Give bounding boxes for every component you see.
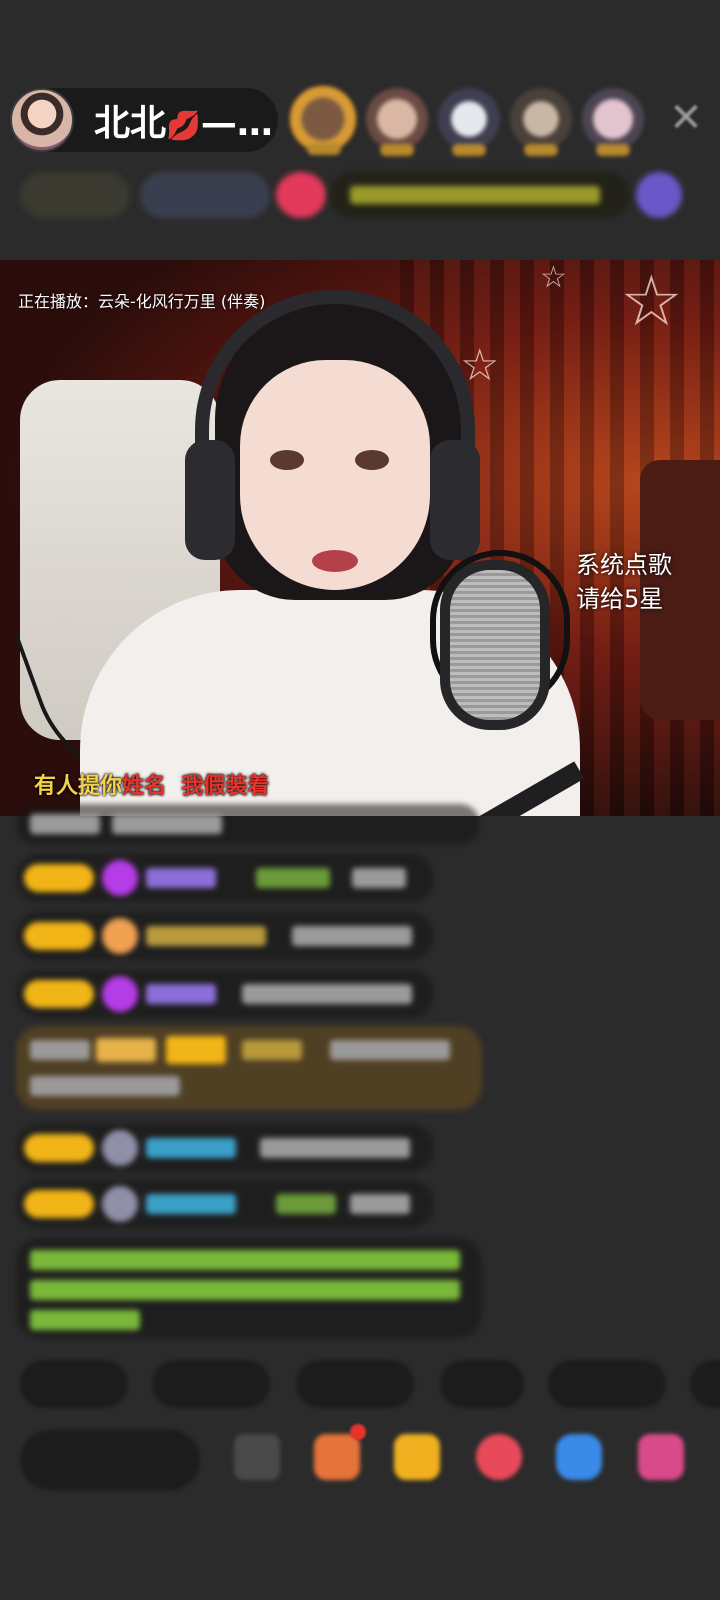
viewer-avatar[interactable]	[290, 86, 356, 155]
host-name-suffix: —…	[200, 103, 273, 144]
system-song-overlay: 系统点歌 请给5星	[576, 548, 716, 616]
quick-reply-chip[interactable]	[440, 1360, 524, 1408]
notice-text	[30, 1250, 460, 1270]
chat-username	[146, 868, 216, 888]
lyric-part: 我假装着	[181, 774, 270, 799]
chat-message	[16, 970, 434, 1018]
level-badge	[24, 1134, 94, 1162]
quick-reply-chip[interactable]	[296, 1360, 414, 1408]
chat-username	[146, 926, 266, 946]
fan-badge-icon	[102, 1186, 138, 1222]
notice-text	[30, 1310, 140, 1330]
quick-reply-chip[interactable]	[152, 1360, 270, 1408]
more-icon[interactable]	[636, 172, 682, 218]
chat-text	[242, 984, 412, 1004]
emoji-icon[interactable]	[234, 1434, 280, 1480]
red-packet-icon[interactable]	[394, 1434, 440, 1480]
chat-badge	[96, 1038, 156, 1062]
system-song-line2: 请给5星	[576, 585, 664, 613]
chat-text	[352, 868, 406, 888]
headphone-cup	[185, 440, 235, 560]
chat-username	[256, 868, 330, 888]
quick-reply-chip[interactable]	[20, 1360, 128, 1408]
chat-message	[16, 1180, 434, 1228]
top-viewers	[290, 84, 654, 156]
chat-badge	[30, 1040, 90, 1060]
system-notice	[16, 1238, 482, 1338]
level-badge	[24, 864, 94, 892]
chat-username	[146, 984, 216, 1004]
bottom-action-bar	[0, 1424, 720, 1504]
quick-reply-chip[interactable]	[690, 1360, 720, 1408]
game-icon[interactable]	[556, 1434, 602, 1480]
chat-username	[146, 1194, 236, 1214]
level-badge	[24, 980, 94, 1008]
host-info[interactable]: 北北💋—…	[10, 88, 278, 152]
host-name[interactable]: 北北💋—…	[94, 94, 274, 146]
fan-badge-icon	[102, 976, 138, 1012]
lyric-part: 姓名	[122, 774, 167, 799]
chat-username	[146, 1138, 236, 1158]
chat-message-highlighted	[16, 1026, 482, 1110]
now-playing-label: 正在播放：云朵-化风行万里 (伴奏)	[18, 292, 266, 311]
viewer-avatar[interactable]	[510, 88, 572, 156]
level-badge	[166, 1036, 226, 1064]
quick-reply-row	[0, 1352, 720, 1416]
level-badge	[24, 922, 94, 950]
fan-badge-icon	[102, 1130, 138, 1166]
chat-message	[16, 1124, 434, 1172]
notice-text	[30, 1280, 460, 1300]
chat-text	[112, 814, 222, 834]
chat-text	[292, 926, 412, 946]
star-decoration: ☆	[620, 260, 683, 342]
viewer-avatar[interactable]	[366, 88, 428, 156]
chat-text	[350, 1194, 410, 1214]
kiss-icon: 💋	[166, 109, 201, 142]
quick-reply-chip[interactable]	[548, 1360, 666, 1408]
chat-text	[330, 1040, 450, 1060]
host-avatar[interactable]	[10, 88, 74, 152]
fan-badge-icon	[102, 860, 138, 896]
close-icon[interactable]: ✕	[666, 98, 706, 138]
heart-icon[interactable]	[476, 1434, 522, 1480]
chat-feed[interactable]	[0, 800, 720, 1360]
chat-message	[16, 804, 480, 844]
room-badges-bar	[20, 172, 700, 218]
chat-input[interactable]	[20, 1430, 200, 1490]
chat-text	[260, 1138, 410, 1158]
chat-text	[30, 814, 100, 834]
chat-text	[30, 1076, 180, 1096]
chat-message	[16, 854, 434, 902]
announcement-banner[interactable]	[330, 172, 630, 218]
gift-box-icon[interactable]	[314, 1434, 360, 1480]
hourly-rank-badge[interactable]	[140, 172, 270, 218]
host-name-text: 北北	[94, 103, 167, 144]
streamer-mouth	[312, 550, 358, 572]
live-video[interactable]: ☆ ☆ ☆ 正在播放：云朵-化风行万里 (伴奏) 系统点歌 请给5星 有人提你姓…	[0, 260, 720, 816]
system-song-line1: 系统点歌	[576, 551, 672, 579]
fan-badge-icon	[102, 918, 138, 954]
level-badge	[24, 1190, 94, 1218]
headphone-cup	[430, 440, 480, 560]
chat-username	[276, 1194, 336, 1214]
chat-message	[16, 912, 434, 960]
gift-icon[interactable]	[276, 172, 326, 218]
star-decoration: ☆	[540, 260, 567, 295]
viewer-avatar[interactable]	[582, 88, 644, 156]
viewer-avatar[interactable]	[438, 88, 500, 156]
rank-badge[interactable]	[20, 172, 130, 218]
lyrics-line: 有人提你姓名 我假装着	[34, 768, 269, 800]
notification-dot	[350, 1424, 366, 1440]
gift-icon[interactable]	[638, 1434, 684, 1480]
top-bar: 北北💋—… ✕	[0, 84, 720, 156]
microphone	[440, 560, 550, 730]
lyric-part: 有人提你	[34, 774, 123, 799]
chat-username	[242, 1040, 302, 1060]
